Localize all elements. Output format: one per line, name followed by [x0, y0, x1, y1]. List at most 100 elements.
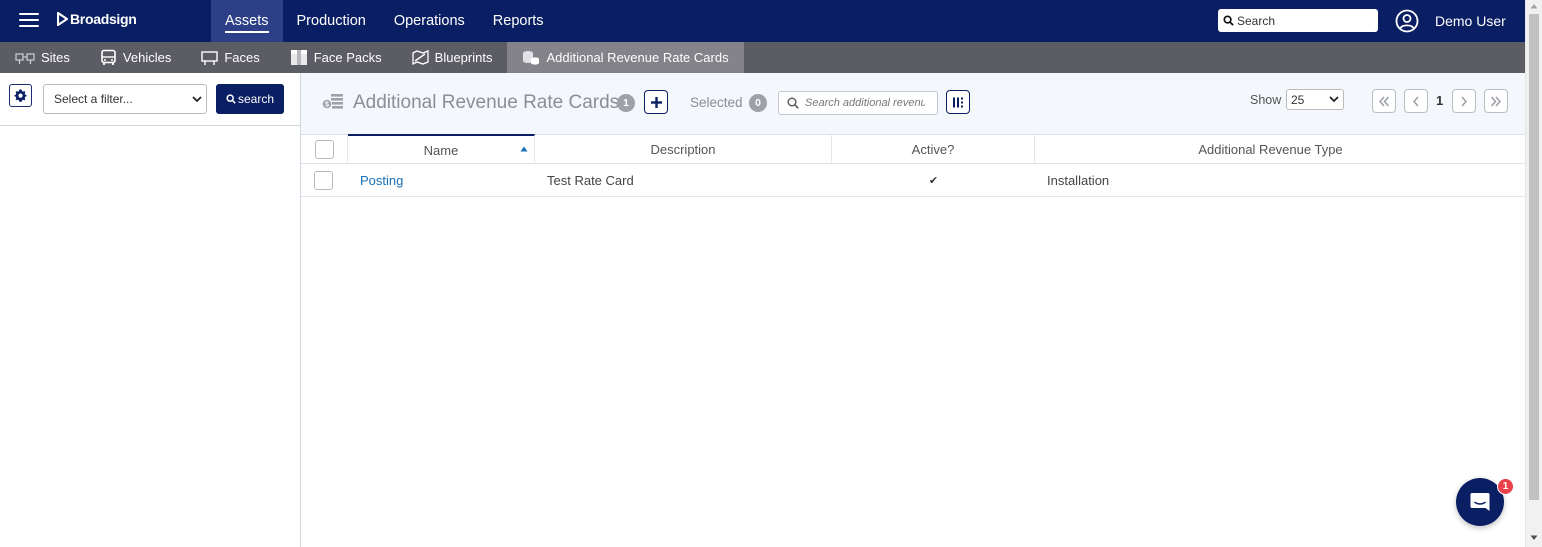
- table-search-box[interactable]: [778, 91, 938, 115]
- subnav-face-packs[interactable]: Face Packs: [275, 42, 397, 73]
- chat-icon: [1470, 493, 1490, 511]
- broadsign-logo[interactable]: Broadsign: [57, 11, 137, 27]
- hamburger-menu-icon[interactable]: [19, 13, 39, 29]
- sites-icon: [15, 52, 35, 64]
- add-rate-card-button[interactable]: [644, 90, 668, 114]
- search-icon: [1223, 15, 1234, 26]
- next-page-button[interactable]: [1452, 89, 1476, 113]
- select-all-cell: [301, 135, 348, 163]
- double-chevron-right-icon: [1490, 96, 1502, 106]
- row-checkbox[interactable]: [314, 170, 333, 190]
- nav-operations[interactable]: Operations: [380, 0, 479, 42]
- scroll-up-arrow-icon[interactable]: [1530, 3, 1538, 9]
- list-header: $ Additional Revenue Rate Cards 1 Select…: [301, 73, 1525, 134]
- filter-panel: Select a filter... search: [0, 73, 301, 547]
- top-navigation-bar: Broadsign Assets Production Operations R…: [0, 0, 1525, 42]
- nav-operations-label: Operations: [393, 13, 465, 29]
- filter-select-value: Select a filter...: [54, 92, 133, 106]
- selected-label: Selected: [690, 95, 743, 110]
- subnav-faces[interactable]: Faces: [186, 42, 274, 73]
- subnav-face-packs-label: Face Packs: [313, 50, 382, 65]
- page-size-value: 25: [1291, 92, 1305, 107]
- nav-production-label: Production: [296, 13, 366, 29]
- scroll-down-arrow-icon[interactable]: [1530, 535, 1538, 541]
- subnav-vehicles-label: Vehicles: [122, 50, 172, 65]
- chevron-down-icon: [192, 95, 202, 102]
- rate-cards-table: Name Description Active? Additional Reve…: [301, 134, 1525, 197]
- columns-icon: [953, 97, 963, 107]
- current-page-number: 1: [1436, 93, 1444, 108]
- subnav-additional-revenue-rate-cards-label: Additional Revenue Rate Cards: [546, 50, 729, 65]
- user-name: Demo User: [1435, 13, 1506, 29]
- filter-search-button[interactable]: search: [216, 84, 284, 114]
- column-header-description-label: Description: [650, 141, 716, 157]
- first-page-button[interactable]: [1372, 89, 1396, 113]
- bus-icon: [101, 49, 116, 65]
- global-search-box[interactable]: [1218, 9, 1378, 32]
- column-header-name[interactable]: Name: [348, 134, 535, 164]
- subnav-blueprints[interactable]: Blueprints: [397, 42, 508, 73]
- previous-page-button[interactable]: [1404, 89, 1428, 113]
- column-header-description[interactable]: Description: [535, 135, 832, 163]
- show-label: Show: [1250, 93, 1282, 107]
- broadsign-logo-mark-icon: [57, 12, 68, 26]
- table-row[interactable]: Posting Test Rate Card ✔ Installation: [301, 164, 1525, 197]
- row-description-cell: Test Rate Card: [547, 172, 634, 188]
- filter-bar: Select a filter... search: [0, 73, 300, 126]
- package-icon: [290, 50, 307, 65]
- global-search-input[interactable]: [1237, 13, 1367, 28]
- svg-text:$: $: [325, 102, 329, 109]
- subnav-additional-revenue-rate-cards[interactable]: Additional Revenue Rate Cards: [507, 42, 744, 73]
- scrollbar-thumb[interactable]: [1529, 14, 1539, 500]
- subnav-sites-label: Sites: [41, 50, 70, 65]
- nav-assets[interactable]: Assets: [211, 0, 283, 42]
- column-chooser-button[interactable]: [946, 90, 970, 114]
- billboard-icon: [201, 51, 219, 65]
- page-title: Additional Revenue Rate Cards: [353, 92, 620, 113]
- rate-card-name-link[interactable]: Posting: [360, 173, 403, 188]
- total-count-badge: 1: [617, 94, 635, 112]
- table-header: Name Description Active? Additional Reve…: [301, 134, 1525, 164]
- double-chevron-left-icon: [1378, 96, 1390, 106]
- row-active-checkmark-icon: ✔: [928, 174, 939, 187]
- selected-count-badge: 0: [749, 94, 767, 112]
- column-header-active-label: Active?: [911, 141, 955, 157]
- vertical-scrollbar[interactable]: [1525, 0, 1542, 547]
- filter-settings-button[interactable]: [9, 84, 32, 107]
- search-icon: [226, 94, 236, 104]
- page-size-select[interactable]: 25: [1286, 89, 1344, 110]
- nav-assets-label: Assets: [225, 13, 269, 33]
- user-avatar-icon: [1395, 9, 1419, 33]
- gear-icon: [14, 89, 27, 102]
- column-header-name-label: Name: [423, 142, 459, 158]
- sort-ascending-icon: [520, 146, 528, 152]
- search-icon: [787, 97, 799, 109]
- main-menu: Assets Production Operations Reports: [211, 0, 558, 42]
- row-name-cell: Posting: [360, 164, 403, 196]
- last-page-button[interactable]: [1484, 89, 1508, 113]
- column-header-type-label: Additional Revenue Type: [1198, 141, 1343, 157]
- subnav-sites[interactable]: Sites: [0, 42, 85, 73]
- brand-name: Broadsign: [70, 11, 137, 27]
- column-header-active[interactable]: Active?: [832, 135, 1035, 163]
- plus-icon: [650, 96, 662, 108]
- nav-production[interactable]: Production: [283, 0, 380, 42]
- blueprint-icon: [412, 50, 429, 65]
- column-header-additional-revenue-type[interactable]: Additional Revenue Type: [1035, 135, 1506, 163]
- filter-search-label: search: [237, 92, 275, 106]
- select-all-checkbox[interactable]: [314, 139, 334, 159]
- subnav-vehicles[interactable]: Vehicles: [85, 42, 186, 73]
- row-type-cell: Installation: [1047, 172, 1110, 188]
- chat-unread-badge: 1: [1497, 478, 1514, 495]
- table-search-input[interactable]: [805, 97, 925, 109]
- user-menu[interactable]: Demo User: [1395, 9, 1506, 33]
- chevron-left-icon: [1412, 96, 1419, 106]
- rate-card-icon: $: [322, 94, 343, 109]
- subnav-faces-label: Faces: [224, 50, 260, 65]
- nav-reports-label: Reports: [492, 13, 544, 29]
- filter-select[interactable]: Select a filter...: [43, 84, 207, 114]
- row-select-cell: [314, 164, 334, 196]
- main-content: $ Additional Revenue Rate Cards 1 Select…: [301, 73, 1525, 547]
- nav-reports[interactable]: Reports: [479, 0, 558, 42]
- chevron-down-icon: [1329, 96, 1339, 103]
